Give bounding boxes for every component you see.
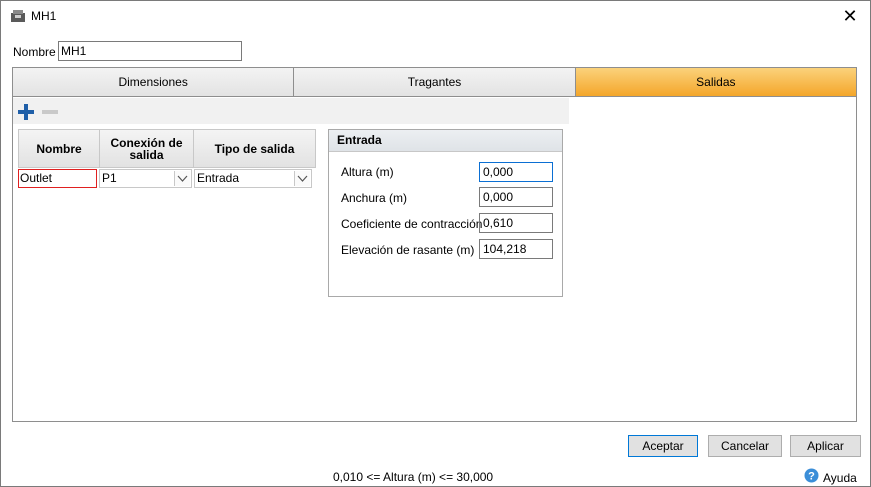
- chevron-down-icon[interactable]: [294, 171, 310, 186]
- plus-icon[interactable]: [17, 103, 35, 121]
- name-input[interactable]: MH1: [58, 41, 242, 61]
- help-icon[interactable]: ?: [804, 468, 819, 483]
- altura-input[interactable]: 0,000: [479, 162, 553, 182]
- window-title: MH1: [31, 9, 57, 23]
- outlet-name-cell[interactable]: Outlet: [18, 169, 97, 188]
- conexion-value: P1: [102, 171, 117, 185]
- anchura-label: Anchura (m): [341, 191, 408, 205]
- minus-icon[interactable]: [41, 103, 59, 121]
- table-row[interactable]: Outlet P1 Entrada: [18, 169, 318, 190]
- tab-panel: Dimensiones Tragantes Salidas Nombre Con…: [12, 67, 857, 422]
- conexion-select[interactable]: P1: [99, 169, 192, 188]
- title-bar: MH1 ✕: [1, 1, 870, 31]
- entrada-group: Entrada Altura (m) 0,000 Anchura (m) 0,0…: [328, 129, 563, 297]
- status-text: 0,010 <= Altura (m) <= 30,000: [333, 470, 494, 484]
- chevron-down-icon[interactable]: [174, 171, 190, 186]
- column-header-nombre[interactable]: Nombre: [18, 129, 100, 168]
- help-link[interactable]: Ayuda: [823, 471, 857, 485]
- tab-salidas[interactable]: Salidas: [575, 68, 856, 97]
- altura-label: Altura (m): [341, 165, 394, 179]
- tipo-select[interactable]: Entrada: [194, 169, 312, 188]
- column-header-tipo[interactable]: Tipo de salida: [194, 129, 316, 168]
- svg-text:?: ?: [808, 471, 815, 483]
- name-label: Nombre: [13, 45, 56, 59]
- tipo-value: Entrada: [197, 171, 240, 185]
- tab-strip: Dimensiones Tragantes Salidas: [13, 68, 856, 98]
- close-icon[interactable]: ✕: [838, 4, 862, 28]
- coeficiente-input[interactable]: 0,610: [479, 213, 553, 233]
- entrada-header: Entrada: [329, 130, 562, 152]
- grid-header: Nombre Conexión de salida Tipo de salida: [18, 129, 318, 168]
- apply-button[interactable]: Aplicar: [790, 435, 861, 457]
- outlets-grid: Nombre Conexión de salida Tipo de salida…: [18, 129, 318, 190]
- accept-button[interactable]: Aceptar: [628, 435, 698, 457]
- column-header-conexion[interactable]: Conexión de salida: [100, 129, 194, 168]
- cancel-button[interactable]: Cancelar: [708, 435, 782, 457]
- dialog-window: MH1 ✕ Nombre MH1 Dimensiones Tragantes S…: [0, 0, 871, 487]
- grid-toolbar: [13, 98, 569, 124]
- manhole-icon: [11, 10, 25, 22]
- elevacion-label: Elevación de rasante (m): [341, 243, 475, 257]
- anchura-input[interactable]: 0,000: [479, 187, 553, 207]
- tab-dimensiones[interactable]: Dimensiones: [13, 68, 295, 97]
- coeficiente-label: Coeficiente de contracción: [341, 217, 483, 231]
- elevacion-input[interactable]: 104,218: [479, 239, 553, 259]
- tab-tragantes[interactable]: Tragantes: [294, 68, 576, 97]
